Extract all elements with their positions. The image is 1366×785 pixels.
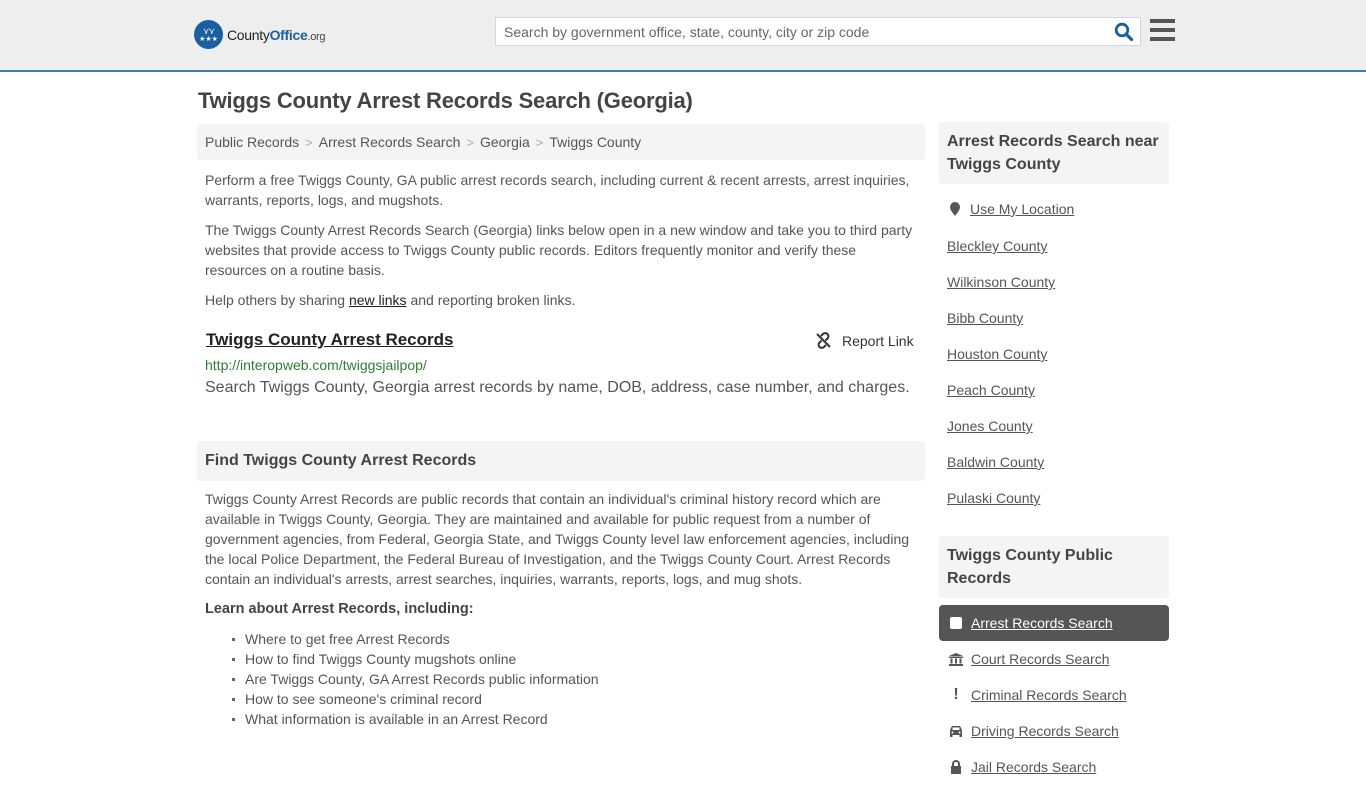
report-link-label: Report Link — [842, 332, 914, 349]
learn-list-item: How to see someone's criminal record — [232, 689, 599, 709]
logo-text: CountyOffice.org — [227, 26, 326, 43]
nearby-county-link[interactable]: Jones County — [947, 418, 1033, 434]
breadcrumb: Public Records > Arrest Records Search > Geo… — [197, 124, 925, 160]
exclamation-icon: ! — [953, 686, 959, 703]
map-pin-icon — [950, 202, 960, 216]
find-section-body: Twiggs County Arrest Records are public … — [205, 491, 910, 587]
breadcrumb-separator: > — [535, 135, 544, 150]
sidebar-item-driving-records[interactable]: Driving Records Search — [939, 713, 1169, 749]
hamburger-menu-icon[interactable] — [1150, 19, 1175, 41]
nearby-county-link[interactable]: Houston County — [947, 346, 1047, 362]
broken-link-icon — [816, 332, 831, 349]
result-url: http://interopweb.com/twiggsjailpop/ — [205, 357, 427, 373]
sidebar-item-criminal-records[interactable]: ! Criminal Records Search — [939, 677, 1169, 713]
learn-list-item: Where to get free Arrest Records — [232, 629, 599, 649]
sidebar-item-label[interactable]: Criminal Records Search — [971, 687, 1127, 703]
breadcrumb-separator: > — [466, 135, 474, 150]
sidebar-item-label[interactable]: Driving Records Search — [971, 723, 1119, 739]
car-icon — [949, 724, 963, 738]
use-my-location: Use My Location — [949, 201, 1074, 217]
disclaimer-text: The Twiggs County Arrest Records Search … — [205, 222, 913, 278]
lock-icon — [949, 760, 963, 774]
report-link-button[interactable]: Report Link — [815, 332, 914, 349]
nearby-county-link[interactable]: Wilkinson County — [947, 274, 1055, 290]
use-my-location-link[interactable]: Use My Location — [970, 201, 1074, 217]
learn-heading: Learn about Arrest Records, including: — [205, 601, 474, 617]
nearby-county-link[interactable]: Peach County — [947, 382, 1035, 398]
public-records-heading: Twiggs County Public Records — [939, 536, 1169, 598]
breadcrumb-twiggs-county[interactable]: Twiggs County — [549, 134, 641, 150]
site-logo[interactable]: ⋎⋎ ★★★ CountyOffice.org — [194, 20, 326, 49]
nearby-heading: Arrest Records Search near Twiggs County — [939, 122, 1169, 184]
help-suffix: and reporting broken links. — [406, 292, 576, 308]
nearby-county-link[interactable]: Bleckley County — [947, 238, 1047, 254]
sidebar-item-label[interactable]: Jail Records Search — [971, 759, 1096, 775]
site-header: ⋎⋎ ★★★ CountyOffice.org — [0, 0, 1366, 72]
breadcrumb-separator: > — [305, 135, 313, 150]
help-prefix: Help others by sharing — [205, 292, 349, 308]
learn-list-item: How to find Twiggs County mugshots onlin… — [232, 649, 599, 669]
new-links-link[interactable]: new links — [349, 292, 407, 308]
result-description: Search Twiggs County, Georgia arrest rec… — [205, 379, 910, 396]
nearby-county-link[interactable]: Bibb County — [947, 310, 1023, 326]
sidebar-item-label[interactable]: Court Records Search — [971, 651, 1110, 667]
sidebar-item-jail-records[interactable]: Jail Records Search — [939, 749, 1169, 785]
eagle-stars-badge-icon: ⋎⋎ ★★★ — [194, 20, 223, 49]
find-section-heading: Find Twiggs County Arrest Records — [197, 441, 925, 481]
sidebar-item-court-records[interactable]: Court Records Search — [939, 641, 1169, 677]
nearby-county-link[interactable]: Pulaski County — [947, 490, 1040, 506]
learn-list-item: Are Twiggs County, GA Arrest Records pub… — [232, 671, 599, 687]
search-input[interactable] — [496, 18, 1106, 45]
page-title: Twiggs County Arrest Records Search (Geo… — [198, 88, 693, 113]
sidebar-item-label[interactable]: Arrest Records Search — [971, 615, 1113, 631]
result-title-link[interactable]: Twiggs County Arrest Records — [206, 330, 453, 350]
learn-list-item: What information is available in an Arre… — [232, 709, 599, 729]
learn-list: Where to get free Arrest Records How to … — [232, 629, 599, 729]
search-box — [495, 17, 1141, 46]
sidebar-item-arrest-records[interactable]: Arrest Records Search — [939, 605, 1169, 641]
search-icon[interactable] — [1114, 22, 1134, 42]
breadcrumb-public-records[interactable]: Public Records — [205, 134, 299, 150]
square-icon — [949, 616, 963, 630]
nearby-county-link[interactable]: Baldwin County — [947, 454, 1044, 470]
courthouse-icon — [949, 652, 963, 666]
breadcrumb-arrest-records-search[interactable]: Arrest Records Search — [319, 134, 461, 150]
intro-text: Perform a free Twiggs County, GA public … — [205, 172, 910, 208]
breadcrumb-georgia[interactable]: Georgia — [480, 134, 530, 150]
help-text: Help others by sharing new links and rep… — [205, 290, 920, 310]
